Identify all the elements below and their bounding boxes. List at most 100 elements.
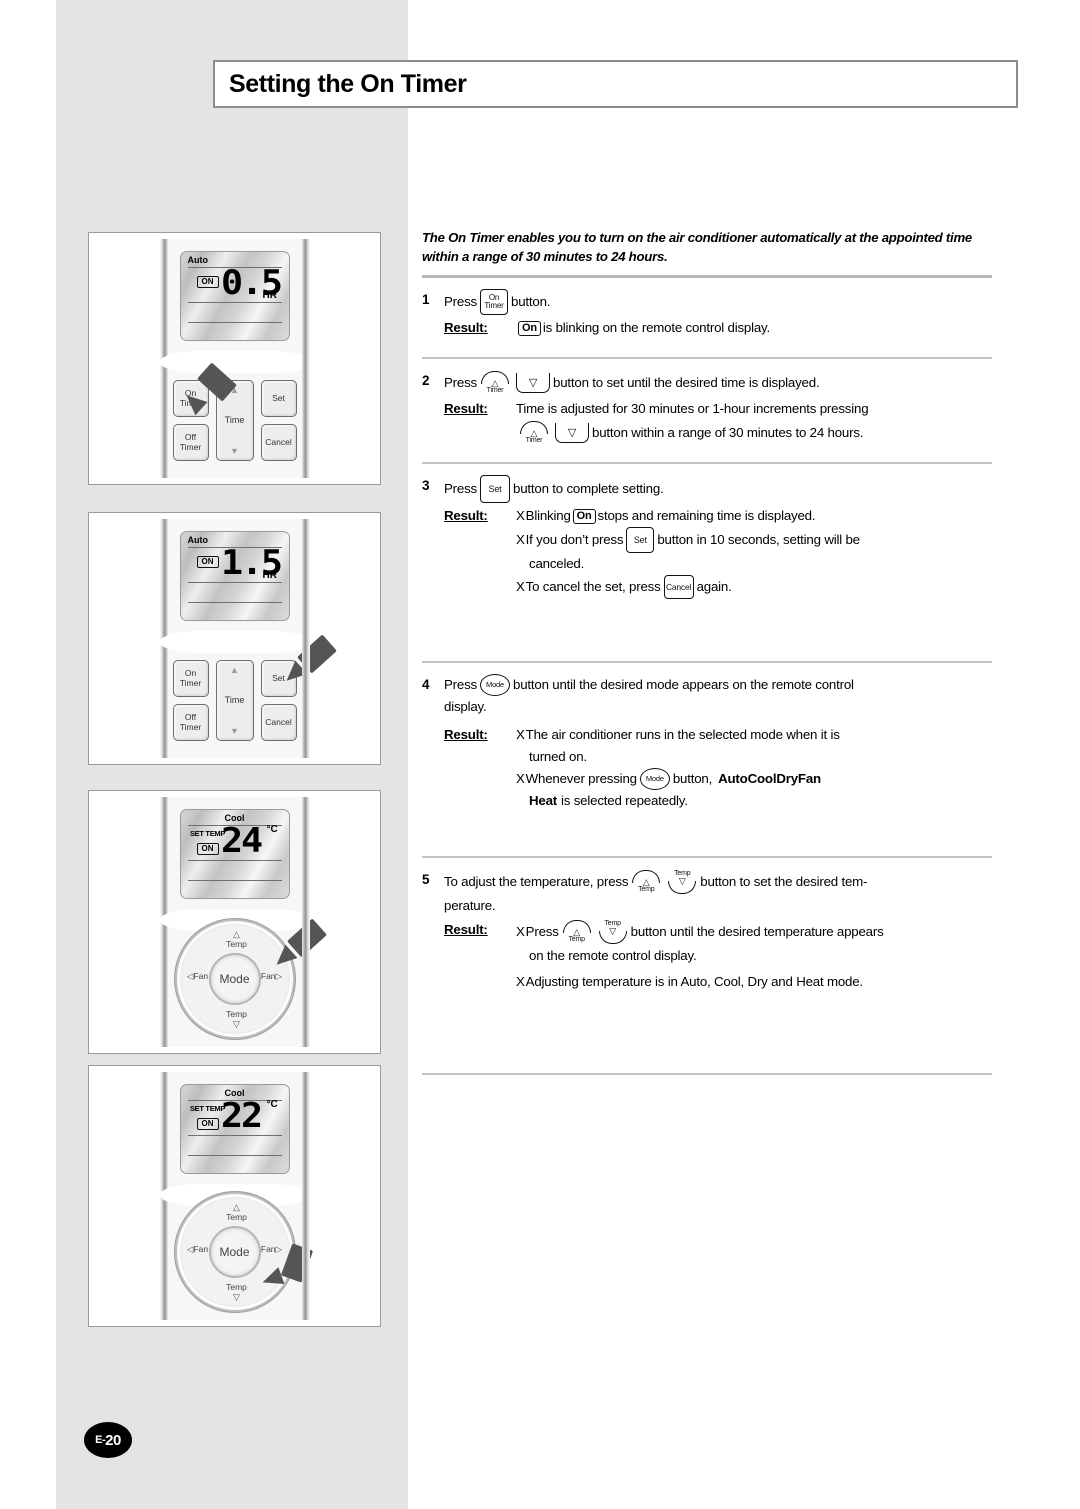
timer-up-label: Timer [486,387,504,394]
step-1-press-word: Press [444,294,477,309]
off-timer-button[interactable]: Off Timer [172,424,209,461]
temp-down-button-glyph[interactable]: Temp ▽ [667,869,697,895]
mode-dial[interactable]: △ Temp Temp ▽ ◁Fan Fan▷ Mode [174,919,295,1039]
cancel-label: Cancel [265,716,292,727]
lcd-on-badge: ON [196,556,219,568]
on-timer-button[interactable]: On Timer [172,660,209,697]
lcd-rule-bottom [187,322,282,323]
timer-up-button-glyph[interactable]: △ Timer [480,370,510,396]
mode-dial-button[interactable]: Mode [208,953,261,1005]
step-3-number: 3 [422,478,430,493]
temp-up-button[interactable]: △ Temp [215,929,259,949]
timer-down-button-glyph[interactable]: ▽ [555,421,589,445]
temp-up-button[interactable]: △ Temp [215,1202,259,1222]
timer-up-button-glyph[interactable]: △ Timer [519,420,549,446]
set-button[interactable]: Set [260,660,297,697]
temp-up-label: Temp [226,939,247,949]
bullet-marker: X [516,508,525,523]
time-label: Time [224,694,245,705]
temp-up-button-glyph[interactable]: △ Temp [562,919,592,945]
time-up-icon[interactable]: ▲ [230,385,239,395]
bullet-marker: X [516,771,525,786]
off-timer-label-line1: Off [184,712,197,722]
temp-up-label: Temp [638,886,655,893]
step-5-bullet-2: Adjusting temperature is in Auto, Cool, … [525,974,863,989]
lcd-display: Auto ON 0.5 HR [179,251,290,341]
set-button-glyph[interactable]: Set [626,527,655,553]
temp-down-label: Temp [226,1009,247,1019]
mode-option-heat: Heat [529,793,558,808]
mode-glyph-label: Mode [486,680,504,689]
time-down-icon[interactable]: ▼ [230,726,239,736]
lcd-unit: °C [266,1099,278,1110]
page-number-badge: E- 20 [84,1422,132,1458]
lcd-rule-bottom [187,602,282,603]
on-timer-button[interactable]: On Timer [172,380,209,417]
temp-down-button[interactable]: Temp ▽ [215,1282,259,1302]
mode-dial-button[interactable]: Mode [208,1226,261,1278]
mode-button-glyph[interactable]: Mode [480,674,510,696]
off-timer-label-line2: Timer [179,721,202,732]
step-1-text-after: button. [511,294,551,309]
lcd-display: Cool SET TEMP ON 24 °C [179,809,290,899]
time-up-icon[interactable]: ▲ [230,665,239,675]
timer-down-button-glyph[interactable]: ▽ [516,371,550,395]
remote-control-body: Auto ON 1.5 HR On Timer Off Timer ▲ Time ▼… [159,519,337,758]
temp-down-triangle-icon: ▽ [678,876,686,886]
step-3-bullet-2-after: button in 10 seconds, setting will be [657,532,860,547]
cancel-button-glyph[interactable]: Cancel [663,575,694,599]
panel-divider-sweep [159,351,310,373]
lcd-unit: °C [266,824,278,835]
temp-up-icon: △ [233,1202,240,1212]
step-5-bullet-1-cont: on the remote control display. [529,948,697,963]
step-2-press-word: Press [444,375,477,390]
timer-down-triangle-icon: ▽ [528,376,538,389]
lcd-rule-bottom [187,880,282,881]
page-number-prefix: E- [95,1434,106,1446]
step-5: 5 To adjust the temperature, press △ Tem… [422,858,992,993]
step-4-bullet-1-line2: turned on. [529,749,587,764]
mode-button-glyph[interactable]: Mode [639,768,670,790]
lcd-rule-bottom [187,1155,282,1156]
bullet-marker: X [516,974,525,989]
temp-down-triangle-icon: ▽ [609,926,617,936]
temp-down-button-glyph[interactable]: Temp ▽ [598,919,628,945]
on-chip-glyph: On [518,320,541,336]
fan-left-label: Fan [193,971,209,981]
fan-right-label: Fan [260,971,276,981]
mode-option-auto: Auto [718,771,748,786]
on-timer-label-line2: Timer [179,397,202,408]
step-5-number: 5 [422,872,430,887]
step-2-text-after: button to set until the desired time is … [553,375,820,390]
time-down-icon[interactable]: ▼ [230,446,239,456]
step-4-bullet-2-before: Whenever pressing [525,771,637,786]
step-2-result-line-2: button within a range of 30 minutes to 2… [592,425,864,440]
mode-option-cool: Cool [747,771,777,786]
set-button-glyph[interactable]: Set [480,475,510,503]
remote-keypad: On Timer Off Timer ▲ Time ▼ Set Cancel [171,658,299,744]
mode-dial[interactable]: △ Temp Temp ▽ ◁Fan Fan▷ Mode [174,1192,295,1312]
step-3-bullet-3-before: To cancel the set, press [525,579,661,594]
on-timer-label-line1: On [184,668,197,678]
mode-label: Mode [219,972,250,986]
temp-down-button[interactable]: Temp ▽ [215,1009,259,1029]
off-timer-button[interactable]: Off Timer [172,704,209,741]
time-rocker-button[interactable]: ▲ Time ▼ [215,380,254,461]
temp-up-button-glyph[interactable]: △ Temp [631,869,661,895]
lcd-unit: HR [262,570,277,581]
instructions-column: The On Timer enables you to turn on the … [422,228,992,1075]
step-4-text-after-2: display. [444,699,487,714]
step-3-text-after: button to complete setting. [513,481,664,496]
step-2-result-line-1: Time is adjusted for 30 minutes or 1-hou… [516,401,869,416]
on-timer-button-glyph[interactable]: On Timer [480,289,508,315]
time-rocker-button[interactable]: ▲ Time ▼ [215,660,254,741]
temp-down-icon: ▽ [233,1019,240,1029]
cancel-button[interactable]: Cancel [260,704,297,741]
step-3-bullet-1-before: Blinking [525,508,571,523]
step-2: 2 Press △ Timer ▽ button to set until th… [422,359,992,446]
cancel-button[interactable]: Cancel [260,424,297,461]
step-4-bullet-2-after: button, [672,771,713,786]
lcd-display: Cool SET TEMP ON 22 °C [179,1084,290,1174]
set-button[interactable]: Set [260,380,297,417]
step-3-bullet-2-before: If you don’t press [525,532,624,547]
